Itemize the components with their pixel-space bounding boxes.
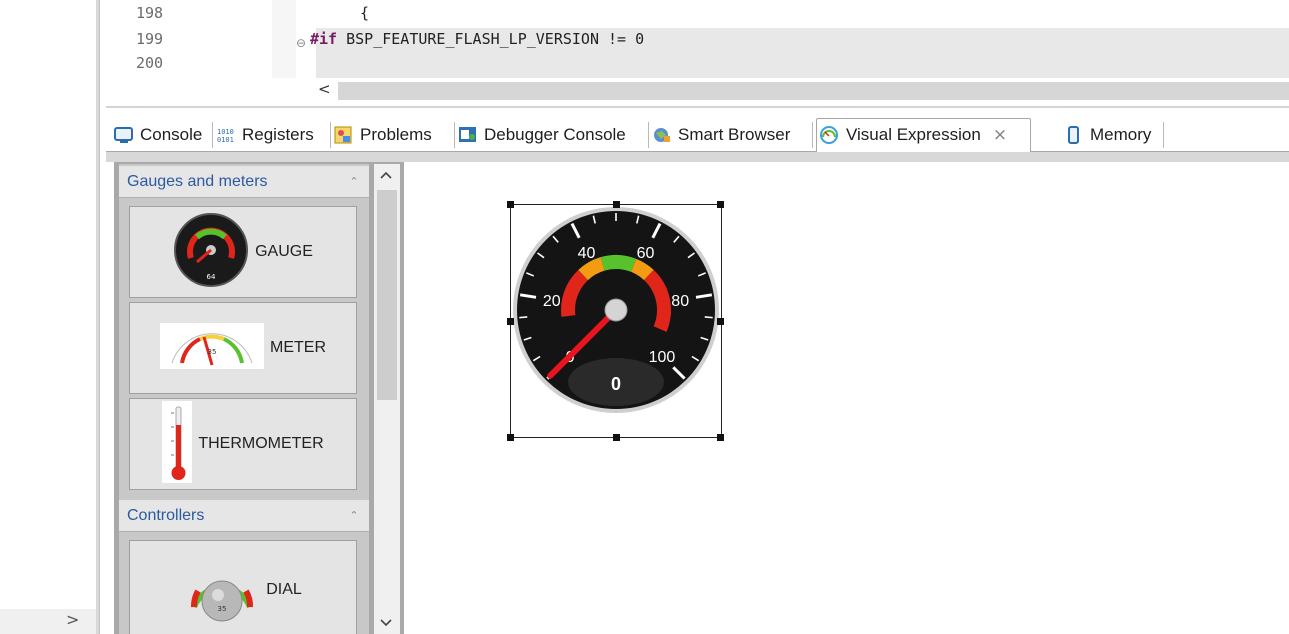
scroll-up-icon[interactable] — [379, 168, 393, 184]
line-number-ruler: 198 199 200 — [106, 0, 271, 78]
scrollbar-thumb[interactable] — [338, 82, 1289, 100]
palette-vertical-scrollbar[interactable] — [374, 164, 400, 634]
meter-icon: 35 — [160, 322, 264, 374]
visual-expression-view: Gauges and meters ⌃ 64 GAUGE 35 METER TH… — [106, 152, 1289, 634]
view-tab-bar: Console 1010 0101 Registers Problems Debu… — [106, 118, 1289, 152]
tab-visual-expression[interactable]: Visual Expression × — [820, 120, 1007, 150]
palette-item-thermometer[interactable]: THERMOMETER — [129, 398, 357, 490]
tab-debugger-console[interactable]: Debugger Console — [458, 120, 626, 150]
thermometer-icon — [162, 400, 193, 488]
tab-label: Visual Expression — [846, 125, 981, 144]
tab-separator — [212, 122, 213, 148]
svg-text:0101: 0101 — [217, 136, 234, 144]
directive-expression: BSP_FEATURE_FLASH_LP_VERSION != 0 — [337, 30, 645, 48]
tab-label: Console — [140, 125, 203, 144]
memory-icon — [1064, 126, 1084, 144]
console-icon — [114, 126, 134, 144]
resize-handle[interactable] — [717, 318, 724, 325]
svg-text:64: 64 — [207, 273, 216, 281]
collapse-icon[interactable]: ⌃ — [339, 509, 369, 522]
collapse-icon[interactable]: ⌃ — [339, 175, 369, 188]
close-icon[interactable]: × — [993, 125, 1007, 145]
tab-separator — [454, 122, 455, 148]
palette-item-label: THERMOMETER — [198, 435, 324, 452]
resize-handle[interactable] — [717, 434, 724, 441]
resize-handle[interactable] — [613, 201, 620, 208]
smart-browser-icon — [652, 126, 672, 144]
code-editor[interactable]: 198 199 200 ⊖ { #if BSP_FEATURE_FLASH_LP… — [106, 0, 1289, 108]
dial-icon: 35 — [184, 553, 260, 628]
palette-item-gauge[interactable]: 64 GAUGE — [129, 206, 357, 298]
folding-ruler — [272, 0, 296, 78]
svg-text:1010: 1010 — [217, 128, 234, 136]
svg-text:35: 35 — [218, 605, 227, 613]
resize-handle[interactable] — [717, 201, 724, 208]
scrollbar-thumb[interactable] — [377, 190, 397, 400]
line-number: 198 — [136, 4, 164, 22]
editor-divider — [106, 106, 1289, 108]
outer-gutter — [0, 0, 96, 634]
tab-separator — [648, 122, 649, 148]
drawer-controllers[interactable]: Controllers ⌃ — [119, 500, 369, 532]
tab-label: Problems — [360, 125, 432, 144]
visual-expression-icon — [820, 126, 840, 144]
tab-memory[interactable]: Memory — [1064, 120, 1151, 150]
outer-divider[interactable] — [96, 0, 100, 634]
resize-handle[interactable] — [507, 434, 514, 441]
palette-item-label: METER — [270, 339, 326, 356]
tab-separator — [330, 122, 331, 148]
scroll-left-icon[interactable]: < — [318, 80, 331, 98]
gauge-icon: 64 — [173, 212, 249, 293]
tab-label: Registers — [242, 125, 314, 144]
code-line-198: { — [360, 4, 370, 22]
ide-window: > 198 199 200 ⊖ { #if BSP_FEATURE_FLASH_… — [0, 0, 1289, 634]
drawer-title: Controllers — [127, 506, 205, 524]
fold-collapse-icon[interactable]: ⊖ — [296, 36, 306, 50]
tab-smart-browser[interactable]: Smart Browser — [652, 120, 790, 150]
palette-item-meter[interactable]: 35 METER — [129, 302, 357, 394]
svg-text:35: 35 — [208, 348, 217, 356]
tab-registers[interactable]: 1010 0101 Registers — [216, 120, 314, 150]
problems-icon — [334, 126, 354, 144]
resize-handle[interactable] — [613, 434, 620, 441]
debugger-console-icon — [458, 126, 478, 144]
drawer-title: Gauges and meters — [127, 172, 268, 190]
code-line-199: #if BSP_FEATURE_FLASH_LP_VERSION != 0 — [310, 30, 644, 48]
tab-problems[interactable]: Problems — [334, 120, 432, 150]
tab-label: Memory — [1090, 125, 1152, 144]
view-top-border — [106, 152, 1289, 162]
widget-palette: Gauges and meters ⌃ 64 GAUGE 35 METER TH… — [119, 164, 369, 634]
resize-handle[interactable] — [507, 201, 514, 208]
line-number: 199 — [136, 30, 164, 48]
editor-horizontal-scrollbar[interactable]: < — [296, 80, 1289, 102]
line-number: 200 — [136, 54, 164, 72]
scroll-down-icon[interactable] — [379, 616, 393, 632]
tab-separator — [1163, 122, 1164, 148]
preprocessor-keyword: #if — [310, 30, 338, 48]
tab-console[interactable]: Console — [114, 120, 202, 150]
expand-arrow-icon[interactable]: > — [66, 610, 86, 630]
tab-label: Debugger Console — [484, 125, 626, 144]
resize-handle[interactable] — [507, 318, 514, 325]
selection-box[interactable] — [507, 201, 724, 441]
palette-item-label: DIAL — [266, 581, 302, 598]
tab-label: Smart Browser — [678, 125, 791, 144]
tab-separator — [812, 122, 813, 148]
palette-item-label: GAUGE — [255, 243, 313, 260]
expression-canvas[interactable]: 0204060801000 — [406, 162, 1289, 634]
registers-icon: 1010 0101 — [216, 126, 236, 144]
palette-item-dial[interactable]: 35 DIAL — [129, 540, 357, 634]
drawer-gauges-and-meters[interactable]: Gauges and meters ⌃ — [119, 166, 369, 198]
